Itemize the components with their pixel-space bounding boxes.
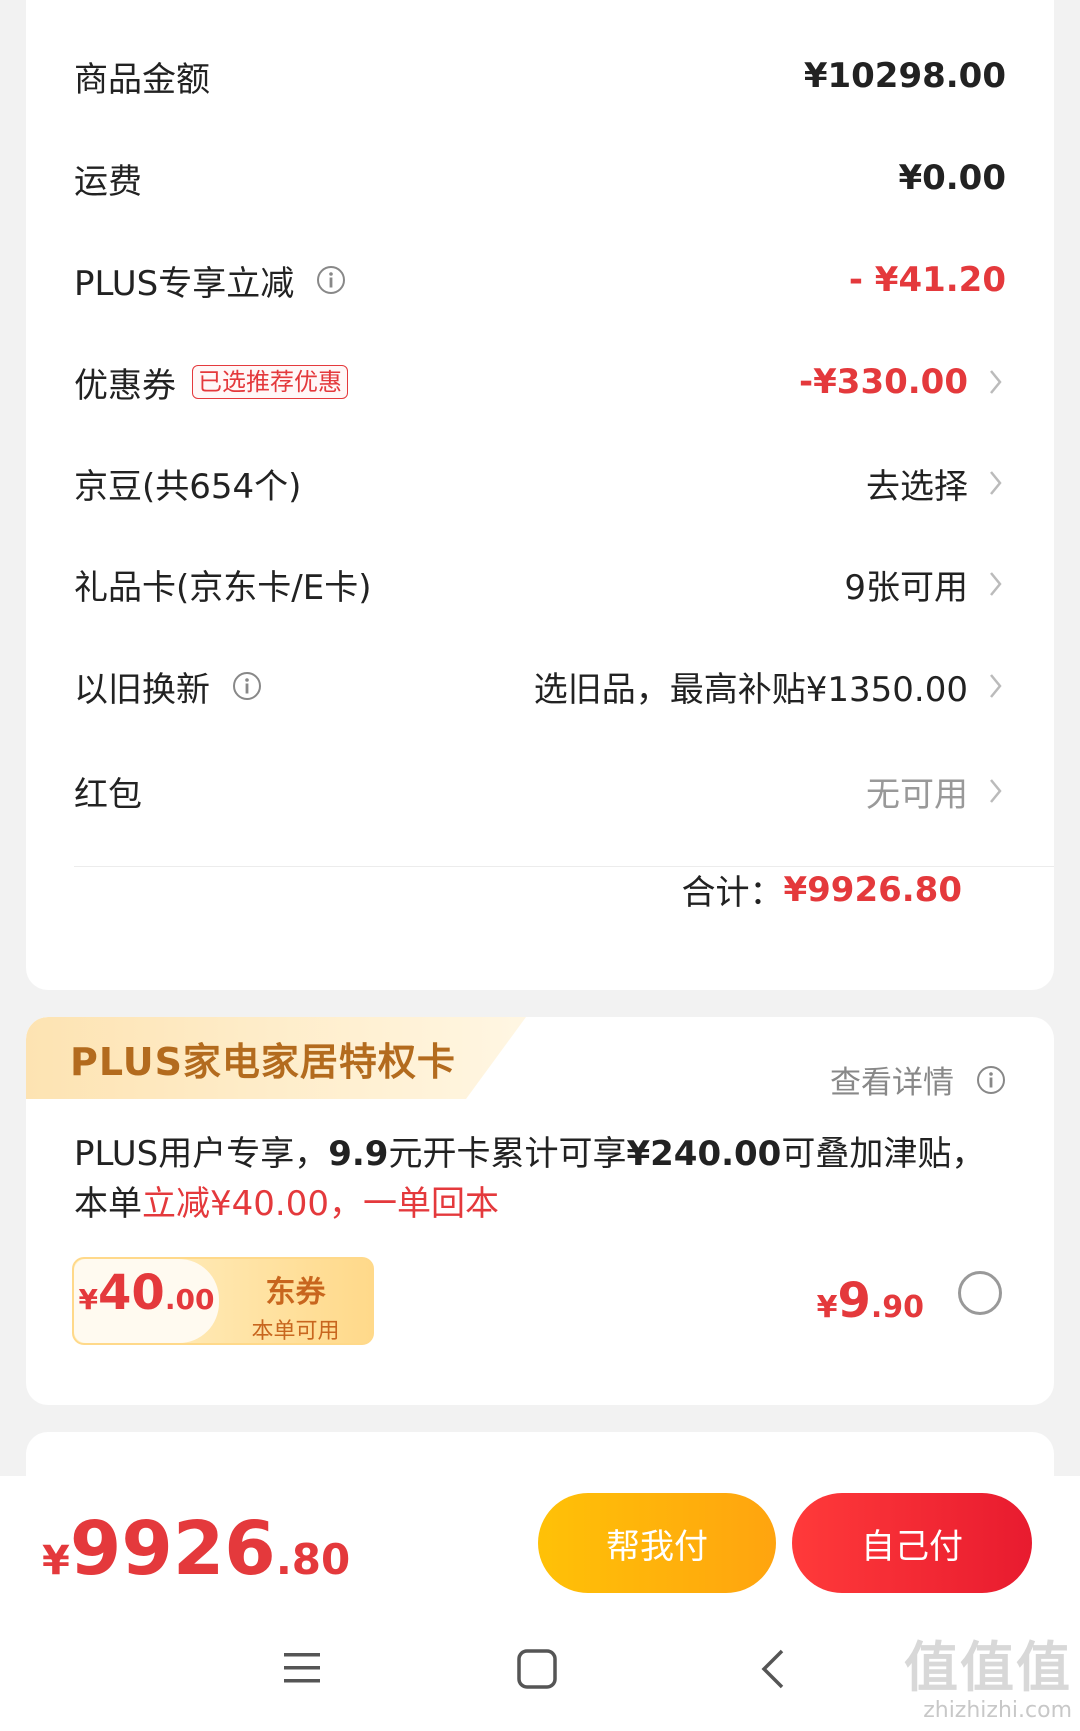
total-int: 9926 <box>69 1506 276 1592</box>
desc-price: 9.9 <box>328 1134 389 1174</box>
shipping-row: 运费 ¥0.00 <box>74 138 1006 218</box>
coupon-selected-tag: 已选推荐优惠 <box>192 365 348 399</box>
red-packet-value: 无可用 <box>866 774 968 815</box>
plus-card-price: ¥9.90 <box>817 1273 924 1329</box>
home-icon[interactable] <box>516 1648 558 1690</box>
goods-amount-value: ¥10298.00 <box>803 56 1006 96</box>
plus-privilege-card: PLUS家电家居特权卡 查看详情 PLUS用户专享，9.9元开卡累计可享¥240… <box>26 1017 1054 1405</box>
desc-amount: ¥240.00 <box>626 1134 782 1174</box>
total-value: ¥9926.80 <box>783 869 962 910</box>
coupon-amount-dec: .00 <box>164 1283 215 1316</box>
chevron-right-icon <box>990 572 1002 596</box>
desc-highlight: 立减¥40.00，一单回本 <box>142 1184 499 1224</box>
jingdou-value: 去选择 <box>866 466 968 507</box>
price-int: 9 <box>837 1273 871 1329</box>
red-packet-row[interactable]: 红包 无可用 <box>74 751 1006 831</box>
jingdou-label: 京豆(共654个) <box>74 466 302 507</box>
menu-icon[interactable] <box>282 1648 322 1688</box>
chevron-right-icon <box>990 471 1002 495</box>
total-label: 合计： <box>681 873 784 913</box>
trade-in-row[interactable]: 以旧换新 选旧品，最高补贴¥1350.00 <box>74 646 1006 726</box>
plus-card-select-radio[interactable] <box>958 1271 1002 1315</box>
checkout-total: ¥9926.80 <box>42 1506 350 1592</box>
checkout-bar: ¥9926.80 帮我付 自己付 <box>0 1476 1080 1614</box>
coupon-info: 东券 本单可用 <box>219 1259 372 1343</box>
coupon-amount-int: 40 <box>98 1265 165 1321</box>
watermark-site: zhizhizhi.com <box>923 1698 1072 1723</box>
coupon-title: 东券 <box>265 1275 326 1310</box>
price-dec: .90 <box>870 1290 924 1325</box>
currency-symbol: ¥ <box>42 1538 70 1584</box>
info-icon <box>977 1065 1005 1094</box>
watermark-logo: 值值值 <box>904 1636 1072 1699</box>
jingdou-row[interactable]: 京豆(共654个) 去选择 <box>74 443 1006 523</box>
coupon-ticket: ¥40.00 东券 本单可用 <box>72 1257 374 1345</box>
gift-card-label: 礼品卡(京东卡/E卡) <box>74 567 372 608</box>
plus-discount-value: - ¥41.20 <box>848 260 1006 300</box>
goods-amount-row: 商品金额 ¥10298.00 <box>74 36 1006 116</box>
trade-in-label: 以旧换新 <box>74 669 210 710</box>
total-dec: .80 <box>275 1535 351 1584</box>
order-summary-card: 商品金额 ¥10298.00 运费 ¥0.00 PLUS专享立减 - ¥41.2… <box>26 0 1054 990</box>
info-icon[interactable] <box>232 671 262 701</box>
gift-card-row[interactable]: 礼品卡(京东卡/E卡) 9张可用 <box>74 544 1006 624</box>
back-icon[interactable] <box>758 1648 788 1690</box>
currency-symbol: ¥ <box>816 1290 838 1325</box>
trade-in-value: 选旧品，最高补贴¥1350.00 <box>533 669 968 710</box>
view-details-label: 查看详情 <box>830 1065 954 1101</box>
plus-discount-row: PLUS专享立减 - ¥41.20 <box>74 240 1006 320</box>
plus-description: PLUS用户专享，9.9元开卡累计可享¥240.00可叠加津贴，本单立减¥40.… <box>74 1129 994 1229</box>
system-nav-bar: 值值值 zhizhizhi.com <box>0 1614 1080 1731</box>
desc-text: PLUS用户专享， <box>74 1134 329 1174</box>
coupon-amount: ¥40.00 <box>74 1259 219 1343</box>
goods-amount-label: 商品金额 <box>74 59 210 100</box>
coupon-row[interactable]: 优惠券 已选推荐优惠 -¥330.00 <box>74 342 1006 422</box>
coupon-value: -¥330.00 <box>799 362 968 402</box>
watermark: 值值值 zhizhizhi.com <box>904 1623 1072 1723</box>
view-details-link[interactable]: 查看详情 <box>830 1057 1006 1102</box>
gift-card-value: 9张可用 <box>844 567 968 608</box>
plus-card-title: PLUS家电家居特权卡 <box>70 1040 456 1084</box>
currency-symbol: ¥ <box>78 1283 99 1316</box>
chevron-right-icon <box>990 674 1002 698</box>
shipping-label: 运费 <box>74 161 142 202</box>
coupon-label: 优惠券 <box>74 365 176 406</box>
chevron-right-icon <box>990 370 1002 394</box>
shipping-value: ¥0.00 <box>898 158 1006 198</box>
help-me-pay-button[interactable]: 帮我付 <box>538 1493 776 1593</box>
total-row: 合计： ¥9926.80 <box>681 865 962 914</box>
red-packet-label: 红包 <box>74 774 142 815</box>
desc-text: 元开卡累计可享 <box>388 1134 627 1174</box>
plus-discount-label: PLUS专享立减 <box>74 263 295 304</box>
coupon-subtitle: 本单可用 <box>251 1319 340 1344</box>
chevron-right-icon <box>990 779 1002 803</box>
pay-myself-button[interactable]: 自己付 <box>792 1493 1032 1593</box>
info-icon[interactable] <box>316 265 346 295</box>
